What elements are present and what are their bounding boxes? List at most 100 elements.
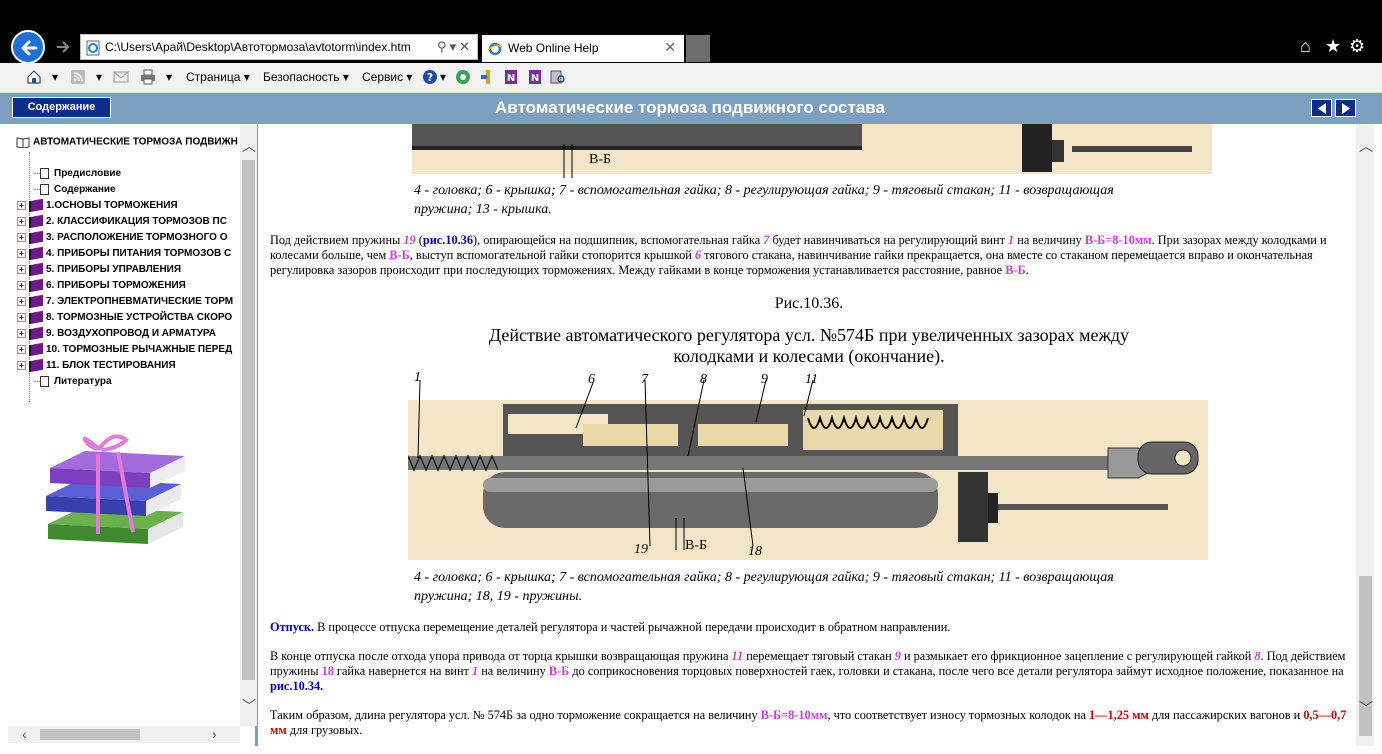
tab-title: Web Online Help bbox=[508, 41, 599, 55]
tab-web-online-help[interactable]: Web Online Help ✕ bbox=[482, 35, 684, 62]
content-vertical-scrollbar[interactable]: ︿ ﹀ bbox=[1356, 124, 1374, 746]
fig2-label-7: 7 bbox=[641, 372, 648, 387]
fig2-label-6: 6 bbox=[588, 372, 595, 387]
expand-icon[interactable]: + bbox=[17, 265, 26, 274]
figure-link[interactable]: рис.10.34. bbox=[270, 679, 323, 693]
page-title: Автоматические тормоза подвижного состав… bbox=[495, 98, 885, 117]
toc-item-label: 3. РАСПОЛОЖЕНИЕ ТОРМОЗНОГО О bbox=[46, 232, 228, 244]
toc-item-chapter-1[interactable]: +1.ОСНОВЫ ТОРМОЖЕНИЯ bbox=[17, 198, 178, 216]
page-icon bbox=[40, 168, 49, 179]
svg-text:N: N bbox=[531, 73, 539, 84]
fig2-label-1: 1 bbox=[414, 370, 421, 385]
onenote-send-icon[interactable]: N bbox=[527, 69, 543, 85]
toc-horizontal-scrollbar[interactable]: ‹ › bbox=[8, 726, 240, 743]
expand-icon[interactable]: + bbox=[17, 297, 26, 306]
toc-item-chapter-10[interactable]: +10. ТОРМОЗНЫЕ РЫЧАЖНЫЕ ПЕРЕД bbox=[17, 342, 232, 360]
chevron-down-icon[interactable]: ▾ bbox=[52, 70, 58, 84]
page-icon bbox=[40, 184, 49, 195]
chevron-down-icon[interactable]: ▾ bbox=[440, 70, 446, 84]
scrollbar-thumb[interactable] bbox=[242, 160, 255, 680]
toc-root[interactable]: АВТОМАТИЧЕСКИЕ ТОРМОЗА ПОДВИЖН bbox=[16, 136, 238, 149]
figure-regulator-top bbox=[412, 124, 1212, 178]
address-bar[interactable]: C:\Users\Арай\Desktop\Автотормоза\avtoto… bbox=[80, 34, 478, 60]
home-icon[interactable] bbox=[26, 69, 42, 85]
book-icon bbox=[29, 198, 43, 213]
close-tab-icon[interactable]: ✕ bbox=[664, 39, 676, 56]
expand-icon[interactable]: + bbox=[17, 233, 26, 242]
rss-feed-icon[interactable] bbox=[70, 69, 86, 85]
favorites-star-icon[interactable]: ★ bbox=[1325, 36, 1341, 57]
service-menu[interactable]: Сервис ▾ bbox=[362, 70, 412, 84]
expand-icon[interactable]: + bbox=[17, 217, 26, 226]
gear-icon[interactable]: ⚙ bbox=[1349, 36, 1365, 57]
chevron-down-icon[interactable]: ﹀ bbox=[242, 696, 256, 716]
toc-item-label: 11. БЛОК ТЕСТИРОВАНИЯ bbox=[46, 360, 176, 372]
expand-icon[interactable]: + bbox=[17, 313, 26, 322]
previous-topic-button[interactable] bbox=[1311, 99, 1332, 117]
toc-item-chapter-5[interactable]: +5. ПРИБОРЫ УПРАВЛЕНИЯ bbox=[17, 262, 182, 280]
toc-item-chapter-9[interactable]: +9. ВОЗДУХОПРОВОД И АРМАТУРА bbox=[17, 326, 216, 344]
help-header-bar: Содержание Автоматические тормоза подвиж… bbox=[0, 93, 1382, 124]
chevron-up-icon[interactable]: ︿ bbox=[1359, 136, 1373, 156]
print-icon[interactable] bbox=[140, 69, 156, 85]
safety-menu-label: Безопасность bbox=[263, 70, 340, 84]
ie-logo-icon bbox=[487, 42, 503, 56]
fig1-gap-label: В-Б bbox=[589, 152, 612, 167]
expand-icon[interactable]: + bbox=[17, 281, 26, 290]
ie-page-icon bbox=[86, 40, 100, 56]
chevron-left-icon[interactable]: ‹ bbox=[22, 726, 27, 742]
home-icon[interactable]: ⌂ bbox=[1300, 36, 1311, 57]
toc-vertical-scrollbar[interactable]: ︿ ﹀ bbox=[240, 124, 257, 726]
forward-button[interactable] bbox=[54, 38, 72, 56]
figure-link[interactable]: рис.10.36 bbox=[423, 233, 473, 247]
mail-icon[interactable] bbox=[113, 69, 129, 85]
search-refresh-icons[interactable]: ⚲▾✕ bbox=[437, 39, 473, 55]
open-book-icon bbox=[16, 137, 30, 149]
paragraph-release: Отпуск. В процессе отпуска перемещение д… bbox=[270, 620, 951, 634]
toc-item-preface[interactable]: Предисловие bbox=[34, 168, 121, 184]
fig2-label-11: 11 bbox=[805, 372, 818, 387]
book-icon bbox=[29, 310, 43, 325]
toc-item-label: Литература bbox=[54, 376, 112, 388]
expand-icon[interactable]: + bbox=[17, 361, 26, 370]
addon-green-icon[interactable] bbox=[455, 69, 471, 85]
browser-top-bar: C:\Users\Арай\Desktop\Автотормоза\avtoto… bbox=[0, 0, 1382, 64]
toc-item-contents[interactable]: Содержание bbox=[34, 184, 116, 200]
toc-item-chapter-7[interactable]: +7. ЭЛЕКТРОПНЕВМАТИЧЕСКИЕ ТОРМ bbox=[17, 294, 233, 312]
toc-item-chapter-3[interactable]: +3. РАСПОЛОЖЕНИЕ ТОРМОЗНОГО О bbox=[17, 230, 228, 248]
toc-item-chapter-8[interactable]: +8. ТОРМОЗНЫЕ УСТРОЙСТВА СКОРО bbox=[17, 310, 232, 328]
expand-icon[interactable]: + bbox=[17, 329, 26, 338]
toc-item-chapter-2[interactable]: +2. КЛАССИФИКАЦИЯ ТОРМОЗОВ ПС bbox=[17, 214, 227, 232]
next-topic-button[interactable] bbox=[1335, 99, 1356, 117]
research-icon[interactable] bbox=[550, 69, 566, 85]
fig2-label-18: 18 bbox=[748, 544, 762, 559]
addon-tools-icon[interactable] bbox=[480, 69, 496, 85]
toc-item-chapter-11[interactable]: +11. БЛОК ТЕСТИРОВАНИЯ bbox=[17, 358, 176, 376]
toc-item-chapter-6[interactable]: +6. ПРИБОРЫ ТОРМОЖЕНИЯ bbox=[17, 278, 186, 296]
scrollbar-thumb[interactable] bbox=[40, 729, 140, 740]
fig2-label-19: 19 bbox=[634, 542, 648, 557]
triangle-right-icon bbox=[1342, 103, 1350, 114]
expand-icon[interactable]: + bbox=[17, 249, 26, 258]
new-tab-button[interactable] bbox=[686, 35, 710, 62]
page-menu[interactable]: Страница ▾ bbox=[186, 70, 250, 84]
expand-icon[interactable]: + bbox=[17, 345, 26, 354]
toc-item-label: 5. ПРИБОРЫ УПРАВЛЕНИЯ bbox=[46, 264, 182, 276]
paragraph-regulation: Под действием пружины 19 (рис.10.36), оп… bbox=[270, 233, 1327, 277]
chevron-down-icon[interactable]: ﹀ bbox=[1359, 698, 1373, 718]
contents-button[interactable]: Содержание bbox=[12, 97, 111, 118]
toc-item-chapter-4[interactable]: +4. ПРИБОРЫ ПИТАНИЯ ТОРМОЗОВ С bbox=[17, 246, 231, 264]
back-button[interactable] bbox=[11, 30, 45, 64]
chevron-up-icon[interactable]: ︿ bbox=[242, 136, 256, 156]
help-icon[interactable]: ? bbox=[422, 69, 438, 85]
safety-menu[interactable]: Безопасность ▾ bbox=[263, 70, 349, 84]
onenote-icon[interactable]: N bbox=[503, 69, 519, 85]
fig2-caption-line2: пружина; 18, 19 - пружины. bbox=[414, 589, 583, 604]
toc-item-label: Содержание bbox=[54, 184, 116, 196]
chevron-down-icon[interactable]: ▾ bbox=[96, 70, 102, 84]
chevron-right-icon[interactable]: › bbox=[212, 726, 217, 742]
toc-item-literature[interactable]: Литература bbox=[34, 376, 112, 392]
expand-icon[interactable]: + bbox=[17, 201, 26, 210]
svg-text:?: ? bbox=[427, 71, 433, 84]
chevron-down-icon[interactable]: ▾ bbox=[166, 70, 172, 84]
